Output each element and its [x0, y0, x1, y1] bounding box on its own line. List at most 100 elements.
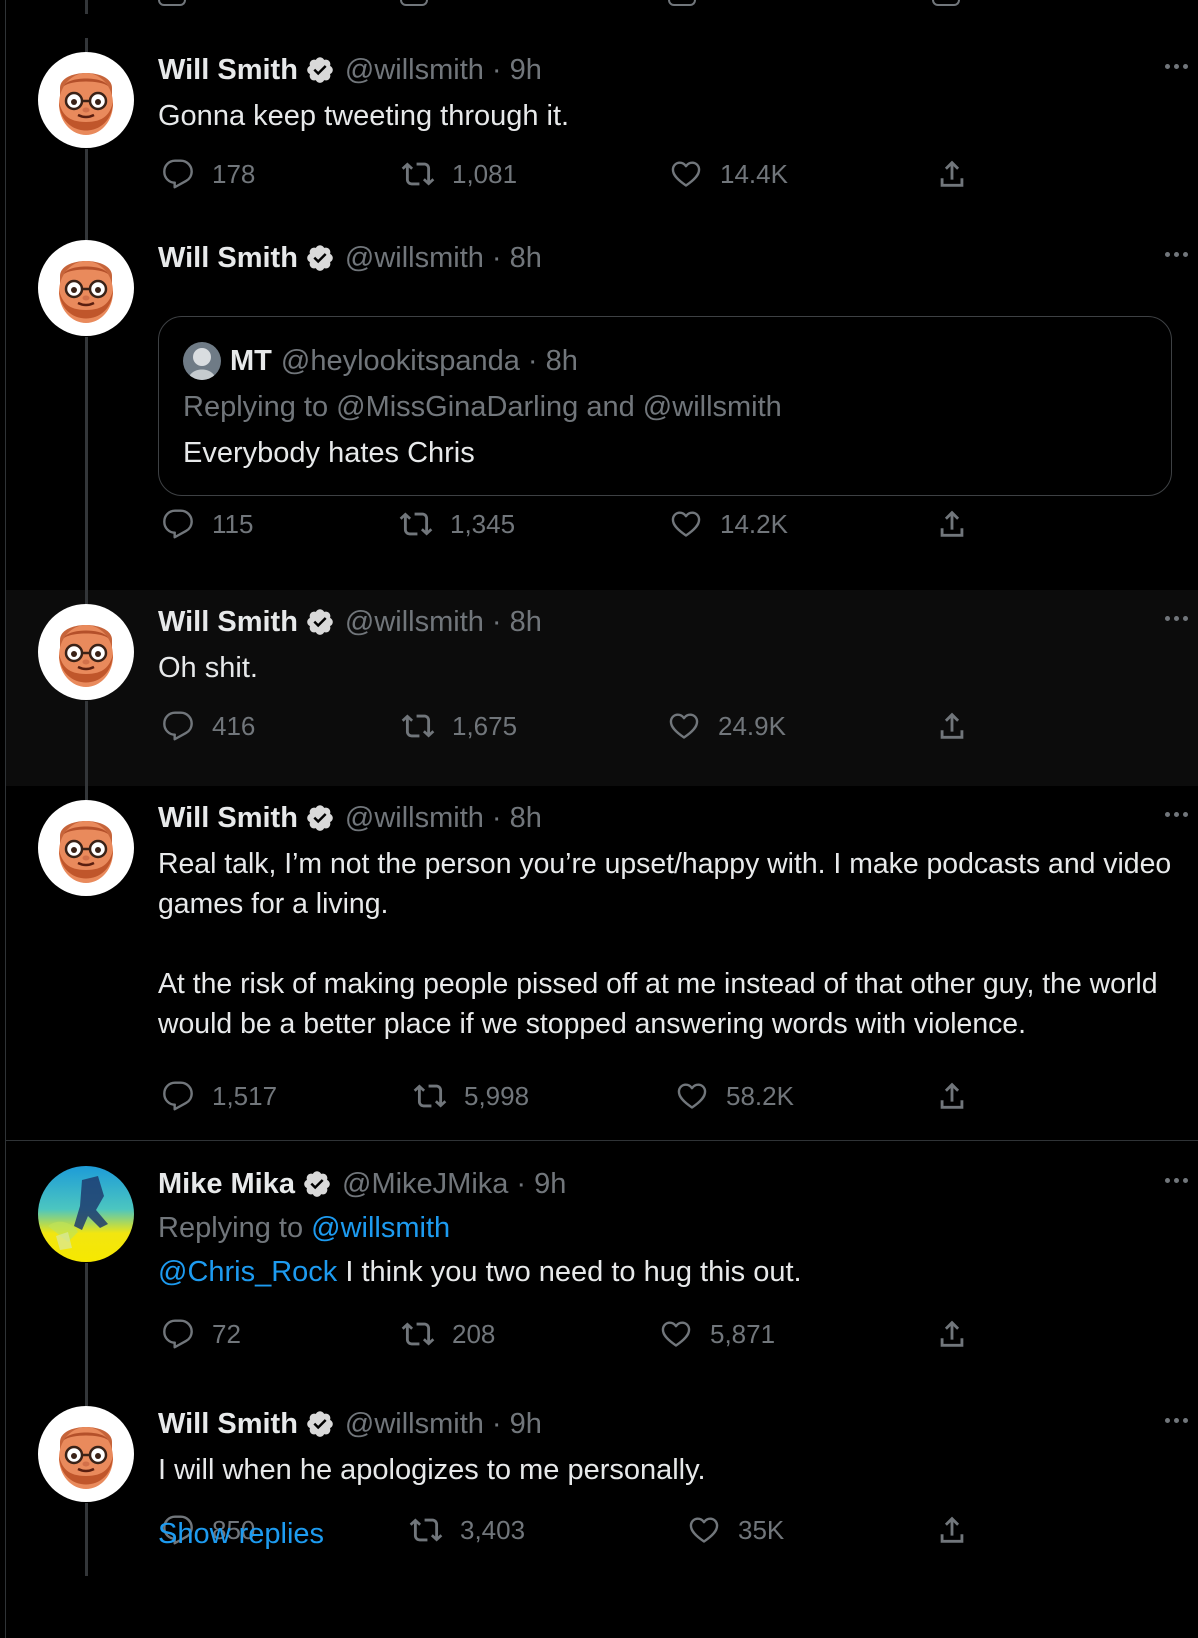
share-button[interactable] — [932, 504, 986, 544]
retweet-button[interactable]: 1,081 — [398, 154, 517, 194]
tweet-text: Real talk, I’m not the person you’re ups… — [158, 848, 1172, 1040]
reply-button[interactable]: 416 — [158, 706, 255, 746]
avatar[interactable] — [38, 52, 134, 148]
timestamp[interactable]: 8h — [510, 606, 542, 639]
separator: · — [491, 801, 502, 834]
retweet-count: 5,998 — [464, 1080, 530, 1111]
like-button[interactable]: 5,871 — [656, 1314, 775, 1354]
avatar[interactable] — [38, 604, 134, 700]
retweet-icon — [398, 706, 438, 746]
tweet-text: Oh shit. — [158, 652, 258, 684]
heart-icon[interactable] — [668, 0, 696, 6]
display-name[interactable]: Will Smith — [158, 242, 298, 275]
show-replies-link[interactable]: Show replies — [158, 1514, 324, 1554]
more-options-icon[interactable] — [1165, 1178, 1188, 1183]
share-button[interactable] — [932, 706, 986, 746]
replying-to: Replying to @MissGinaDarling and @willsm… — [183, 391, 782, 423]
retweet-button[interactable]: 3,403 — [406, 1510, 525, 1550]
like-count: 14.4K — [720, 158, 788, 189]
retweet-button[interactable]: 1,675 — [398, 706, 517, 746]
retweet-button[interactable]: 1,345 — [396, 504, 515, 544]
heart-icon — [664, 706, 704, 746]
timestamp[interactable]: 8h — [546, 345, 578, 378]
avatar[interactable] — [38, 1166, 134, 1262]
user-handle[interactable]: @heylookitspanda — [281, 345, 520, 378]
reply-button[interactable]: 72 — [158, 1314, 241, 1354]
tweet[interactable]: Will Smith @willsmith · 8h Oh shit. 416 … — [6, 564, 1198, 786]
display-name[interactable]: Will Smith — [158, 606, 298, 639]
user-handle[interactable]: @MikeJMika — [342, 1168, 508, 1201]
display-name[interactable]: MT — [230, 345, 272, 378]
verified-badge-icon — [305, 607, 335, 637]
like-button[interactable]: 14.4K — [666, 154, 788, 194]
separator: · — [491, 53, 502, 86]
reply-count: 115 — [212, 508, 254, 539]
share-icon — [932, 1314, 972, 1354]
timestamp[interactable]: 8h — [510, 242, 542, 275]
timestamp[interactable]: 9h — [534, 1168, 566, 1201]
user-handle[interactable]: @willsmith — [345, 606, 484, 639]
tweet-text-body: I think you two need to hug this out. — [337, 1256, 802, 1288]
reply-button[interactable]: 178 — [158, 154, 255, 194]
retweet-icon[interactable] — [400, 0, 428, 6]
thread-line — [85, 1263, 88, 1392]
verified-badge-icon — [305, 55, 335, 85]
reply-count: 416 — [212, 710, 256, 741]
tweet[interactable]: Will Smith @willsmith · 9h I will when h… — [6, 1392, 1198, 1586]
like-button[interactable]: 58.2K — [672, 1076, 794, 1116]
share-icon[interactable] — [932, 0, 960, 6]
timestamp[interactable]: 9h — [510, 1408, 542, 1441]
more-options-icon[interactable] — [1165, 616, 1188, 621]
like-count: 35K — [738, 1514, 785, 1545]
like-button[interactable]: 24.9K — [664, 706, 786, 746]
tweet[interactable]: Will Smith @willsmith · 9h Gonna keep tw… — [6, 38, 1198, 226]
tweet-actions: 115 1,345 14.2K — [158, 504, 1018, 544]
like-button[interactable]: 14.2K — [666, 504, 788, 544]
reply-icon — [158, 504, 198, 544]
reply-icon — [158, 1314, 198, 1354]
heart-icon — [672, 1076, 712, 1116]
user-handle[interactable]: @willsmith — [345, 802, 484, 835]
avatar[interactable] — [183, 342, 221, 380]
display-name[interactable]: Will Smith — [158, 1408, 298, 1441]
quoted-tweet-text: Everybody hates Chris — [183, 437, 475, 469]
reply-icon[interactable] — [158, 0, 186, 6]
share-button[interactable] — [932, 1510, 986, 1550]
more-options-icon[interactable] — [1165, 252, 1188, 257]
verified-badge-icon — [305, 803, 335, 833]
share-button[interactable] — [932, 1314, 986, 1354]
retweet-count: 1,081 — [452, 158, 518, 189]
separator: · — [527, 344, 538, 377]
retweet-count: 1,345 — [450, 508, 516, 539]
retweet-count: 1,675 — [452, 710, 518, 741]
timestamp[interactable]: 9h — [510, 54, 542, 87]
more-options-icon[interactable] — [1165, 1418, 1188, 1423]
timestamp[interactable]: 8h — [510, 802, 542, 835]
avatar[interactable] — [38, 240, 134, 336]
user-handle[interactable]: @willsmith — [345, 242, 484, 275]
avatar[interactable] — [38, 800, 134, 896]
retweet-button[interactable]: 5,998 — [410, 1076, 529, 1116]
quoted-tweet[interactable]: MT @heylookitspanda · 8h Replying to @Mi… — [158, 316, 1172, 496]
display-name[interactable]: Will Smith — [158, 54, 298, 87]
avatar[interactable] — [38, 1406, 134, 1502]
retweet-button[interactable]: 208 — [398, 1314, 495, 1354]
tweet[interactable]: Mike Mika @MikeJMika · 9h Replying to @w… — [6, 1152, 1198, 1392]
user-handle[interactable]: @willsmith — [345, 1408, 484, 1441]
reply-button[interactable]: 1,517 — [158, 1076, 277, 1116]
more-options-icon[interactable] — [1165, 64, 1188, 69]
reply-button[interactable]: 115 — [158, 504, 253, 544]
more-options-icon[interactable] — [1165, 812, 1188, 817]
share-icon — [932, 154, 972, 194]
replying-to-handle[interactable]: @willsmith — [311, 1212, 450, 1244]
tweet-header: Mike Mika @MikeJMika · 9h — [158, 1164, 566, 1204]
display-name[interactable]: Will Smith — [158, 802, 298, 835]
user-handle[interactable]: @willsmith — [345, 54, 484, 87]
display-name[interactable]: Mike Mika — [158, 1168, 295, 1201]
mention-link[interactable]: @Chris_Rock — [158, 1256, 337, 1288]
like-button[interactable]: 35K — [684, 1510, 784, 1550]
share-button[interactable] — [932, 154, 986, 194]
tweet[interactable]: Will Smith @willsmith · 8h MT @heylookit… — [6, 226, 1198, 564]
share-button[interactable] — [932, 1076, 986, 1116]
tweet[interactable]: Will Smith @willsmith · 8h Real talk, I’… — [6, 786, 1198, 1141]
